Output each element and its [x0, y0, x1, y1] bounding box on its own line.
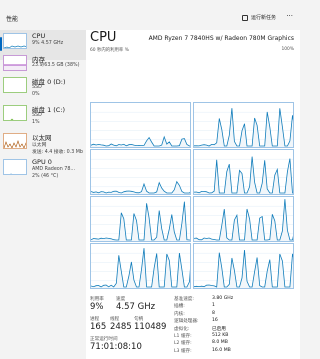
- sidebar-item-label: GPU 0: [32, 158, 52, 166]
- core-graph: [193, 149, 294, 195]
- core-graph: [90, 243, 191, 289]
- page-title: 性能: [6, 16, 19, 23]
- core-graph: [90, 102, 191, 148]
- spec-label: L2 缓存:: [174, 341, 192, 347]
- gpu0-thumbnail-graph: [3, 159, 27, 175]
- utilization-line: [91, 201, 190, 241]
- utilization-value: 9%: [90, 302, 104, 312]
- cpu-model-name: AMD Ryzen 7 7840HS w/ Radeon 780M Graphi…: [148, 35, 294, 42]
- utilization-area: [194, 199, 293, 241]
- spec-label: L1 缓存:: [174, 334, 192, 339]
- sidebar-item-sub: SSD: [32, 85, 42, 90]
- utilization-line: [194, 156, 293, 194]
- utilization-area: [91, 248, 190, 288]
- spec-value: 8: [212, 310, 215, 316]
- sidebar-item-sub2: 发送: 4.4 接收: 0.3 Mb: [32, 150, 83, 155]
- resource-sidebar: CPU 9% 4.57 GHz 内存 23.9/63.5 GB (38%) 磁盘…: [0, 30, 86, 359]
- run-new-task-button[interactable]: 运行新任务: [241, 14, 276, 21]
- spec-label: 逻辑处理器:: [174, 319, 199, 325]
- cpu-heading: CPU: [90, 30, 117, 45]
- disk1-thumbnail-graph: [3, 105, 27, 121]
- spec-label: 内核:: [174, 311, 185, 317]
- handles-value: 110489: [134, 322, 167, 332]
- threads-value: 2485: [110, 322, 132, 332]
- spec-label: 插槽:: [174, 304, 185, 310]
- memory-thumbnail-graph: [3, 55, 27, 71]
- sidebar-item-sub2: 2% (46 °C): [32, 174, 59, 179]
- sidebar-item-gpu0[interactable]: GPU 0 AMD Radeon 78... 2% (46 °C): [0, 156, 86, 186]
- core-graph: [90, 196, 191, 242]
- run-task-label: 运行新任务: [250, 15, 276, 21]
- core-graph: [90, 149, 191, 195]
- sidebar-item-sub2: 1%: [32, 120, 40, 125]
- utilization-line: [91, 135, 190, 147]
- speed-value: 4.57 GHz: [116, 302, 156, 312]
- cpu-detail-panel: CPU AMD Ryzen 7 7840HS w/ Radeon 780M Gr…: [86, 30, 300, 359]
- cpu-stats: 利用率 速度 9% 4.57 GHz 进程 线程 句柄 165 2485 110…: [90, 296, 300, 359]
- spec-value: 512 KB: [212, 333, 229, 338]
- sidebar-item-disk1[interactable]: 磁盘 1 (C:) SSD 1%: [0, 102, 86, 132]
- utilization-caption: 60 秒内的利用率 %: [90, 48, 129, 53]
- sidebar-item-sub: SSD: [32, 113, 42, 118]
- logical-processor-graphs: [90, 102, 294, 289]
- title-bar: 性能 运行新任务 ···: [0, 0, 300, 30]
- sidebar-item-sub: 9% 4.57 GHz: [32, 41, 64, 46]
- sidebar-item-sub: 以太网: [32, 143, 47, 148]
- more-options-button[interactable]: ···: [286, 12, 293, 20]
- spec-value: 1: [212, 303, 215, 309]
- sidebar-item-sub: AMD Radeon 78...: [32, 167, 75, 172]
- sidebar-item-label: CPU: [32, 32, 46, 40]
- spec-label: L3 缓存:: [174, 348, 192, 354]
- core-graph: [193, 243, 294, 289]
- run-task-icon: [241, 14, 248, 21]
- ethernet-thumbnail-graph: [3, 133, 27, 149]
- spec-label: 基准速度:: [174, 297, 194, 302]
- spec-label: 虚拟化:: [174, 326, 190, 332]
- disk0-thumbnail-graph: [3, 77, 27, 93]
- utilization-area: [91, 201, 190, 241]
- sidebar-item-sub2: 0%: [32, 92, 40, 97]
- core-graph: [193, 102, 294, 148]
- spec-value: 已启用: [212, 326, 226, 332]
- spec-value: 16.0 MB: [212, 347, 231, 353]
- spec-value: 8.0 MB: [212, 340, 228, 346]
- cpu-thumbnail-graph: [3, 33, 27, 49]
- sidebar-item-sub: 23.9/63.5 GB (38%): [32, 63, 80, 68]
- uptime-value: 71:01:08:10: [90, 342, 142, 352]
- utilization-area: [194, 108, 293, 147]
- sidebar-item-disk0[interactable]: 磁盘 0 (D:) SSD 0%: [0, 74, 86, 104]
- processes-value: 165: [90, 322, 107, 332]
- core-graph: [193, 196, 294, 242]
- spec-value: 3.80 GHz: [212, 296, 234, 301]
- max-percent-label: 100%: [281, 47, 294, 52]
- spec-value: 16: [212, 318, 218, 324]
